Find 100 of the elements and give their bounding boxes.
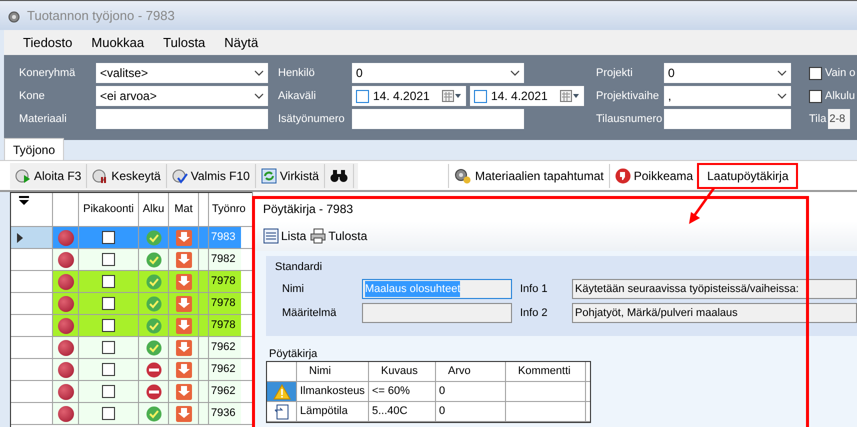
checkbox-label: Alkulu — [825, 88, 855, 104]
table-cell-text: 7978 — [211, 296, 236, 312]
dialog-title: Pöytäkirja - 7983 — [263, 200, 354, 218]
column-header[interactable]: Arvo — [448, 363, 471, 380]
column-header[interactable]: Pikakoonti — [83, 201, 134, 218]
column-header[interactable]: Kuvaus — [381, 363, 418, 380]
text-field[interactable] — [96, 109, 268, 129]
chevron-down-icon — [777, 70, 787, 76]
table-row[interactable]: 7982 — [53, 249, 241, 270]
checkbox[interactable] — [102, 231, 115, 244]
dropdown-field[interactable]: 0 — [352, 63, 524, 83]
list-icon — [263, 228, 279, 244]
checkbox[interactable] — [102, 319, 115, 332]
stop-icon — [146, 362, 162, 378]
text-field[interactable]: 2-8 — [828, 109, 850, 129]
text-field[interactable] — [352, 109, 524, 129]
printer-icon — [310, 228, 326, 244]
chevron-down-icon — [510, 70, 520, 76]
checkbox[interactable] — [809, 66, 822, 80]
dropdown-field[interactable]: , — [664, 86, 791, 106]
download-icon — [176, 274, 192, 290]
calendar-icon — [560, 90, 580, 102]
field-label: Info 1 — [520, 282, 549, 297]
table-cell-text: Lämpötila — [300, 404, 348, 420]
dropdown-field[interactable]: <ei arvoa> — [96, 86, 268, 106]
calendar-icon — [442, 90, 462, 102]
date-field[interactable]: 14. 4.2021 — [470, 86, 584, 106]
table-row[interactable]: 7936 — [53, 403, 241, 424]
checkbox[interactable] — [102, 297, 115, 310]
clock-pause-icon — [92, 168, 108, 184]
checkbox[interactable] — [474, 90, 487, 102]
table-cell-text: 5...40C — [372, 404, 408, 420]
filter-menu-icon[interactable] — [19, 196, 29, 205]
stop-icon — [146, 384, 162, 400]
text-field[interactable]: Käytetään seuraavissa työpisteissä/vaiheissa: — [572, 279, 857, 299]
menu-item[interactable]: Tiedosto — [23, 32, 72, 52]
checkbox[interactable] — [809, 90, 822, 102]
toolbar-button[interactable]: Laatupöytäkirja — [698, 164, 796, 188]
column-header[interactable]: Työnro — [212, 201, 246, 218]
toolbar-button[interactable]: Materiaalien tapahtumat — [448, 164, 609, 188]
toolbar-button[interactable]: Lista — [263, 227, 306, 245]
window-title: Tuotannon työjono - 7983 — [27, 6, 175, 25]
check-circle-icon — [146, 406, 162, 422]
checkbox[interactable] — [102, 253, 115, 266]
checkbox[interactable] — [102, 275, 115, 288]
warning-icon — [272, 384, 290, 400]
toolbar-button[interactable]: Virkistä — [256, 164, 325, 188]
field-label: Tilausnumero — [596, 112, 664, 127]
check-circle-icon — [146, 340, 162, 356]
checkbox[interactable] — [102, 407, 115, 420]
text-field[interactable]: Pohjatyöt, Märkä/pulveri maalaus — [572, 303, 857, 323]
toolbar-button[interactable]: Aloita F3 — [10, 164, 88, 188]
menu-item[interactable]: Näytä — [224, 32, 258, 52]
table-cell-text: Ilmankosteus — [300, 384, 365, 400]
table-row[interactable]: 7978 — [53, 271, 241, 292]
menu-item[interactable]: Tulosta — [163, 32, 206, 52]
download-icon — [176, 318, 192, 334]
checkbox-label: Vain o — [825, 66, 856, 81]
dropdown-field[interactable]: 0 — [664, 63, 791, 83]
column-header[interactable]: Mat — [174, 201, 193, 218]
table-cell-text: 7936 — [211, 406, 236, 422]
download-icon — [176, 296, 192, 312]
table-row[interactable]: 7978 — [53, 293, 241, 314]
table-cell-text: <= 60% — [372, 384, 410, 400]
table-row[interactable]: 7978 — [53, 315, 241, 336]
toolbar-button[interactable]: Poikkeama — [608, 164, 698, 188]
group-title: Standardi — [274, 260, 324, 275]
check-circle-icon — [146, 296, 162, 312]
column-header[interactable]: Nimi — [309, 363, 331, 380]
table-row[interactable]: 7962 — [53, 381, 241, 402]
toolbar-button[interactable]: Keskeytä — [87, 164, 167, 188]
table-row[interactable]: 7962 — [53, 337, 241, 358]
thumbs-down-icon — [614, 168, 631, 184]
field-label: Henkilö — [278, 66, 316, 81]
toolbar-button[interactable]: Valmis F10 — [166, 164, 256, 188]
checkbox[interactable] — [102, 363, 115, 376]
checkbox[interactable] — [356, 90, 369, 102]
text-field[interactable] — [664, 109, 791, 129]
dropdown-field[interactable]: <valitse> — [96, 63, 268, 83]
download-icon — [176, 384, 192, 400]
text-field[interactable] — [362, 303, 512, 323]
column-header[interactable]: Alku — [142, 201, 164, 218]
menu-item[interactable]: Muokkaa — [91, 32, 144, 52]
table-cell-text: 0 — [439, 384, 446, 400]
table-cell-text: 7982 — [211, 252, 236, 268]
download-icon — [176, 252, 192, 268]
download-icon — [176, 230, 192, 246]
field-label: Määritelmä — [282, 306, 338, 321]
checkbox[interactable] — [102, 341, 115, 354]
field-label: Isätyönumero — [278, 112, 346, 127]
column-header[interactable]: Kommentti — [518, 363, 571, 380]
annotation-arrow — [686, 186, 718, 226]
toolbar-button[interactable]: Tulosta — [310, 227, 368, 245]
field-label: Aikaväli — [278, 88, 317, 104]
date-field[interactable]: 14. 4.2021 — [352, 86, 466, 106]
row-header[interactable] — [11, 227, 53, 248]
field-label: Info 2 — [520, 306, 549, 321]
checkbox[interactable] — [102, 385, 115, 398]
tab[interactable]: Työjono — [4, 138, 64, 160]
table-row[interactable]: 7962 — [53, 359, 241, 380]
